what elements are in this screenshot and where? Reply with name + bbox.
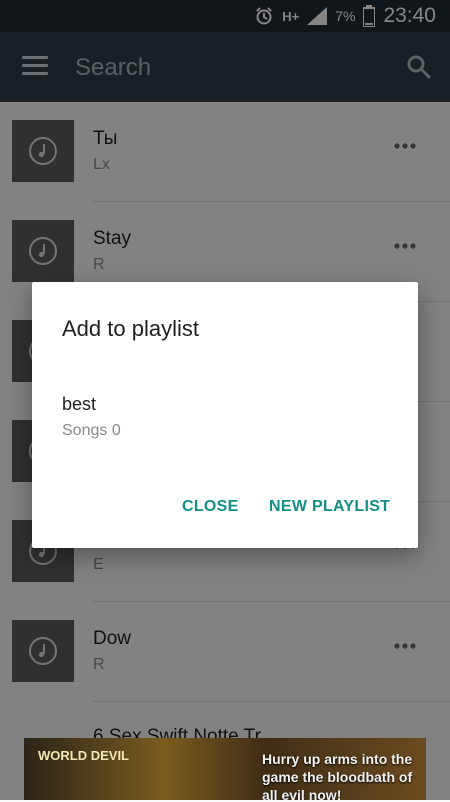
dialog-title: Add to playlist (62, 316, 199, 341)
close-button[interactable]: CLOSE (182, 498, 239, 516)
ad-text: Hurry up arms into the game the bloodbat… (262, 751, 413, 800)
new-playlist-button[interactable]: NEW PLAYLIST (269, 498, 390, 516)
add-to-playlist-dialog: Add to playlist best Songs 0 CLOSE NEW P… (32, 282, 418, 548)
ad-banner[interactable]: WORLD DEVIL Hurry up arms into the game … (24, 738, 426, 800)
playlist-song-count: Songs 0 (62, 422, 121, 439)
ad-logo: WORLD DEVIL (38, 748, 129, 763)
playlist-name[interactable]: best (62, 394, 96, 415)
